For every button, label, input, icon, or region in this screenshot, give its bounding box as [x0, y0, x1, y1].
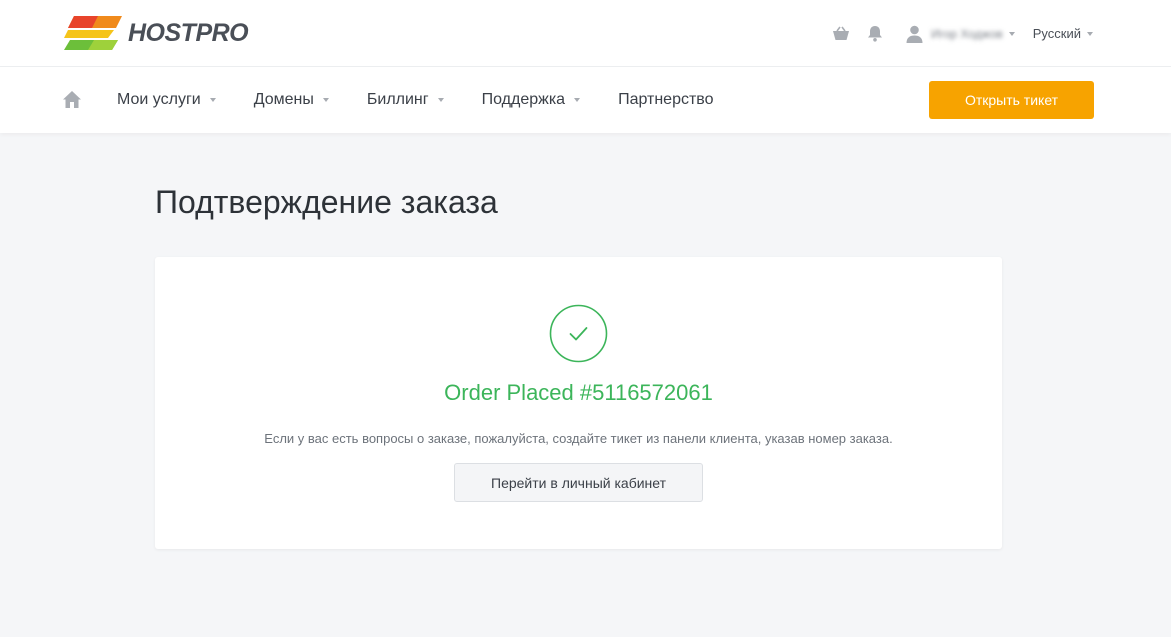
language-selector[interactable]: Русский — [1033, 26, 1093, 41]
hostpro-logo-icon — [64, 16, 122, 50]
check-circle-icon — [549, 304, 608, 363]
order-placed-heading: Order Placed #5116572061 — [444, 380, 713, 405]
nav-item-partnership[interactable]: Партнерство — [618, 91, 713, 109]
nav-item-domains[interactable]: Домены — [254, 91, 329, 109]
order-info-text: Если у вас есть вопросы о заказе, пожалу… — [264, 431, 893, 446]
nav-item-label: Мои услуги — [117, 91, 201, 108]
basket-icon[interactable] — [830, 23, 852, 45]
chevron-down-icon — [437, 98, 444, 102]
nav-item-label: Биллинг — [366, 91, 429, 108]
header-actions: Игор Ходжов Русский — [818, 0, 1093, 67]
nav-item-label: Поддержка — [481, 91, 566, 108]
nav-item-services[interactable]: Мои услуги — [117, 91, 216, 109]
user-name: Игор Ходжов — [930, 26, 1003, 41]
top-header: HOSTPRO Игор Ходжов Русский — [0, 0, 1171, 67]
nav-item-billing[interactable]: Биллинг — [367, 91, 444, 109]
page-title: Подтверждение заказа — [155, 184, 498, 220]
nav-item-label: Домены — [253, 91, 314, 108]
language-label: Русский — [1032, 26, 1081, 41]
nav-item-label: Партнерство — [618, 91, 714, 108]
logo[interactable]: HOSTPRO — [64, 14, 249, 52]
nav-items: Мои услуги Домены Биллинг Поддержка Парт… — [117, 67, 752, 133]
nav-item-support[interactable]: Поддержка — [481, 91, 581, 109]
logo-text: HOSTPRO — [128, 18, 249, 47]
chevron-down-icon — [322, 98, 329, 102]
home-icon[interactable] — [62, 90, 82, 110]
main-nav: Мои услуги Домены Биллинг Поддержка Парт… — [0, 67, 1171, 133]
bell-icon[interactable] — [864, 23, 886, 45]
open-ticket-button[interactable]: Открыть тикет — [929, 81, 1094, 119]
go-to-cabinet-button[interactable]: Перейти в личный кабинет — [454, 463, 703, 502]
chevron-down-icon — [1087, 31, 1093, 36]
chevron-down-icon — [209, 98, 216, 102]
chevron-down-icon — [574, 98, 581, 102]
user-icon — [906, 25, 923, 43]
user-menu[interactable]: Игор Ходжов — [906, 25, 1015, 43]
chevron-down-icon — [1008, 31, 1015, 36]
order-confirmation-card: Order Placed #5116572061 Если у вас есть… — [155, 257, 1002, 549]
